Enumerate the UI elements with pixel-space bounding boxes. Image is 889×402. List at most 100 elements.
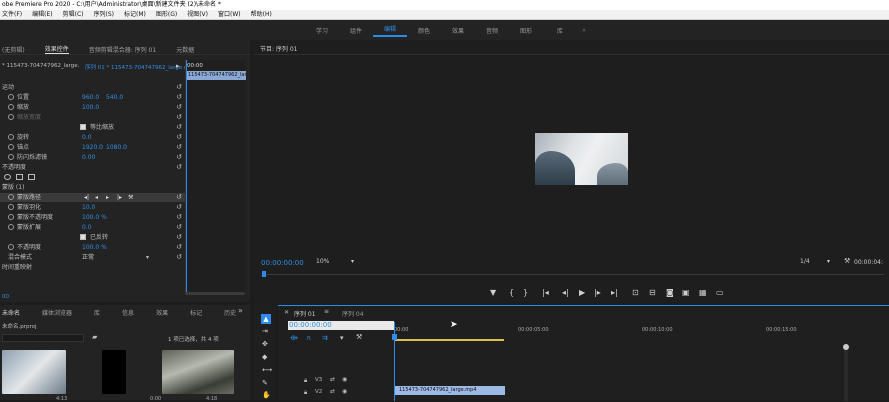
source-tab-0[interactable]: (无剪辑): [2, 45, 25, 54]
timeline-clip[interactable]: 115473-704747962_large.mp4: [395, 386, 505, 395]
effect-value[interactable]: 0.00: [82, 153, 95, 162]
effect-row[interactable]: 蒙版扩展 0.0 ↺: [0, 223, 185, 232]
reset-icon[interactable]: ↺: [176, 193, 182, 202]
effect-row[interactable]: 蒙版不透明度 100.0 % ↺: [0, 213, 185, 222]
menu-item-7[interactable]: 窗口(W): [218, 10, 241, 19]
reset-icon[interactable]: ↺: [176, 243, 182, 252]
workspace-tab-5[interactable]: 音频: [475, 26, 509, 35]
lock-icon[interactable]: 🔒︎: [304, 389, 307, 397]
program-scrubber[interactable]: [262, 274, 884, 275]
checkbox[interactable]: [80, 234, 86, 240]
go-to-out-icon[interactable]: ▸|: [611, 288, 618, 297]
lock-icon[interactable]: 🔒︎: [304, 377, 307, 385]
source-tab-2[interactable]: 音频剪辑混合器: 序列 01: [89, 45, 156, 54]
effect-value[interactable]: 100.0 %: [82, 243, 107, 252]
reset-icon[interactable]: ↺: [176, 113, 182, 122]
reset-icon[interactable]: ↺: [176, 213, 182, 222]
menu-item-8[interactable]: 帮助(H): [251, 10, 272, 19]
project-thumb-2[interactable]: [102, 350, 126, 394]
effect-row[interactable]: 不透明度 ↺: [0, 163, 185, 172]
rect-mask-icon[interactable]: [16, 174, 23, 180]
source-tab-1[interactable]: 效果控件: [44, 44, 69, 54]
stopwatch-icon[interactable]: [8, 224, 14, 230]
reset-icon[interactable]: ↺: [176, 123, 182, 132]
hamburger-icon[interactable]: ≡: [324, 308, 329, 315]
effect-row[interactable]: 缩放 100.0 ↺: [0, 103, 185, 112]
prev-frame-icon[interactable]: ◂: [95, 193, 98, 202]
vr-icon[interactable]: ▦: [699, 288, 707, 297]
program-timecode[interactable]: 00:00:00:00: [261, 259, 304, 267]
checkbox[interactable]: [80, 124, 86, 130]
effect-value[interactable]: 960.0: [82, 93, 99, 102]
zoom-select[interactable]: 10% ▾: [316, 258, 354, 267]
effect-row[interactable]: 时间重映射: [0, 263, 185, 272]
pen-icon[interactable]: ✎: [262, 379, 268, 387]
source-tab-3[interactable]: 元数据: [176, 45, 194, 54]
project-tab-2[interactable]: 库: [94, 308, 100, 317]
lift-icon[interactable]: ⊡: [632, 288, 639, 297]
effect-row[interactable]: 蒙版 (1): [0, 183, 185, 192]
stopwatch-icon[interactable]: [8, 204, 14, 210]
stopwatch-icon[interactable]: [8, 134, 14, 140]
workspace-tab-0[interactable]: 学习: [305, 26, 339, 35]
linked-icon[interactable]: ∩: [306, 334, 311, 342]
workspace-more-icon[interactable]: »: [577, 27, 591, 34]
effect-value[interactable]: 100.0 %: [82, 213, 107, 222]
reset-icon[interactable]: ↺: [176, 253, 182, 262]
ellipse-mask-icon[interactable]: [4, 174, 11, 180]
stopwatch-icon[interactable]: [8, 154, 14, 160]
project-thumb-1[interactable]: [2, 350, 66, 394]
reset-icon[interactable]: ↺: [176, 233, 182, 242]
effect-row[interactable]: 已反转 ↺: [0, 233, 185, 242]
compare-icon[interactable]: ▣: [682, 288, 690, 297]
source-clip-label[interactable]: * 115473-704747962_large.: [2, 63, 79, 69]
mini-playhead[interactable]: [186, 60, 187, 292]
program-video-frame[interactable]: [535, 133, 628, 185]
go-to-in-icon[interactable]: |◂: [542, 288, 549, 297]
resolution-select[interactable]: 1/4 ▾: [800, 258, 830, 267]
effect-value[interactable]: 10.0: [82, 203, 95, 212]
workspace-tab-1[interactable]: 组件: [339, 26, 373, 35]
menu-item-3[interactable]: 序列(S): [94, 10, 115, 19]
menu-item-4[interactable]: 标记(M): [124, 10, 146, 19]
effect-row[interactable]: 蒙版路径 ◂| ◂ ▸ |▸ ⚒ ↺: [0, 193, 185, 202]
hand-icon[interactable]: ✋: [262, 391, 271, 399]
reset-icon[interactable]: ↺: [176, 93, 182, 102]
stopwatch-icon[interactable]: [8, 104, 14, 110]
stopwatch-icon[interactable]: [8, 214, 14, 220]
effect-row[interactable]: 防闪烁滤镜 0.00 ↺: [0, 153, 185, 162]
project-tab-4[interactable]: 效果: [156, 308, 168, 317]
project-search-input[interactable]: [2, 334, 84, 342]
step-back-icon[interactable]: ◂|: [562, 288, 569, 297]
slip-icon[interactable]: ⟷: [262, 366, 272, 374]
effect-value[interactable]: 100.0: [82, 103, 99, 112]
reset-icon[interactable]: ↺: [176, 203, 182, 212]
next-frame-icon[interactable]: ▸: [106, 193, 109, 202]
project-tab-6[interactable]: 历史: [224, 308, 236, 317]
menu-item-6[interactable]: 视图(V): [187, 10, 208, 19]
work-area-bar[interactable]: [394, 339, 504, 341]
ripple-edit-icon[interactable]: ✥: [262, 340, 268, 348]
effect-value-2[interactable]: 1080.0: [106, 143, 127, 152]
play-icon[interactable]: ▶: [579, 288, 585, 297]
workspace-tab-7[interactable]: 库: [543, 26, 577, 35]
snap-icon[interactable]: ⟴: [290, 334, 298, 342]
project-thumb-3[interactable]: [162, 350, 234, 394]
razor-icon[interactable]: ◆: [262, 353, 267, 361]
program-title[interactable]: 节目: 序列 01: [260, 44, 297, 53]
new-bin-icon[interactable]: ▰: [92, 333, 97, 341]
workspace-tab-6[interactable]: 图形: [509, 26, 543, 35]
reset-icon[interactable]: ↺: [176, 83, 182, 92]
effect-row[interactable]: 旋转 0.0 ↺: [0, 133, 185, 142]
effect-value[interactable]: 正常: [82, 253, 94, 262]
timeline-tab-2[interactable]: 序列 04: [342, 309, 364, 318]
timeline-playhead-head[interactable]: [392, 334, 397, 340]
mini-timeline[interactable]: 00:00 115473-704747962_larg: [185, 60, 246, 292]
stopwatch-icon[interactable]: [8, 244, 14, 250]
selection-tool-icon[interactable]: ▲: [261, 314, 271, 324]
ec-scrollbar[interactable]: [185, 292, 245, 295]
marker-icon[interactable]: ▾: [340, 334, 344, 342]
workspace-tab-4[interactable]: 效果: [441, 26, 475, 35]
effect-value-2[interactable]: 540.0: [106, 93, 123, 102]
stopwatch-icon[interactable]: [8, 144, 14, 150]
